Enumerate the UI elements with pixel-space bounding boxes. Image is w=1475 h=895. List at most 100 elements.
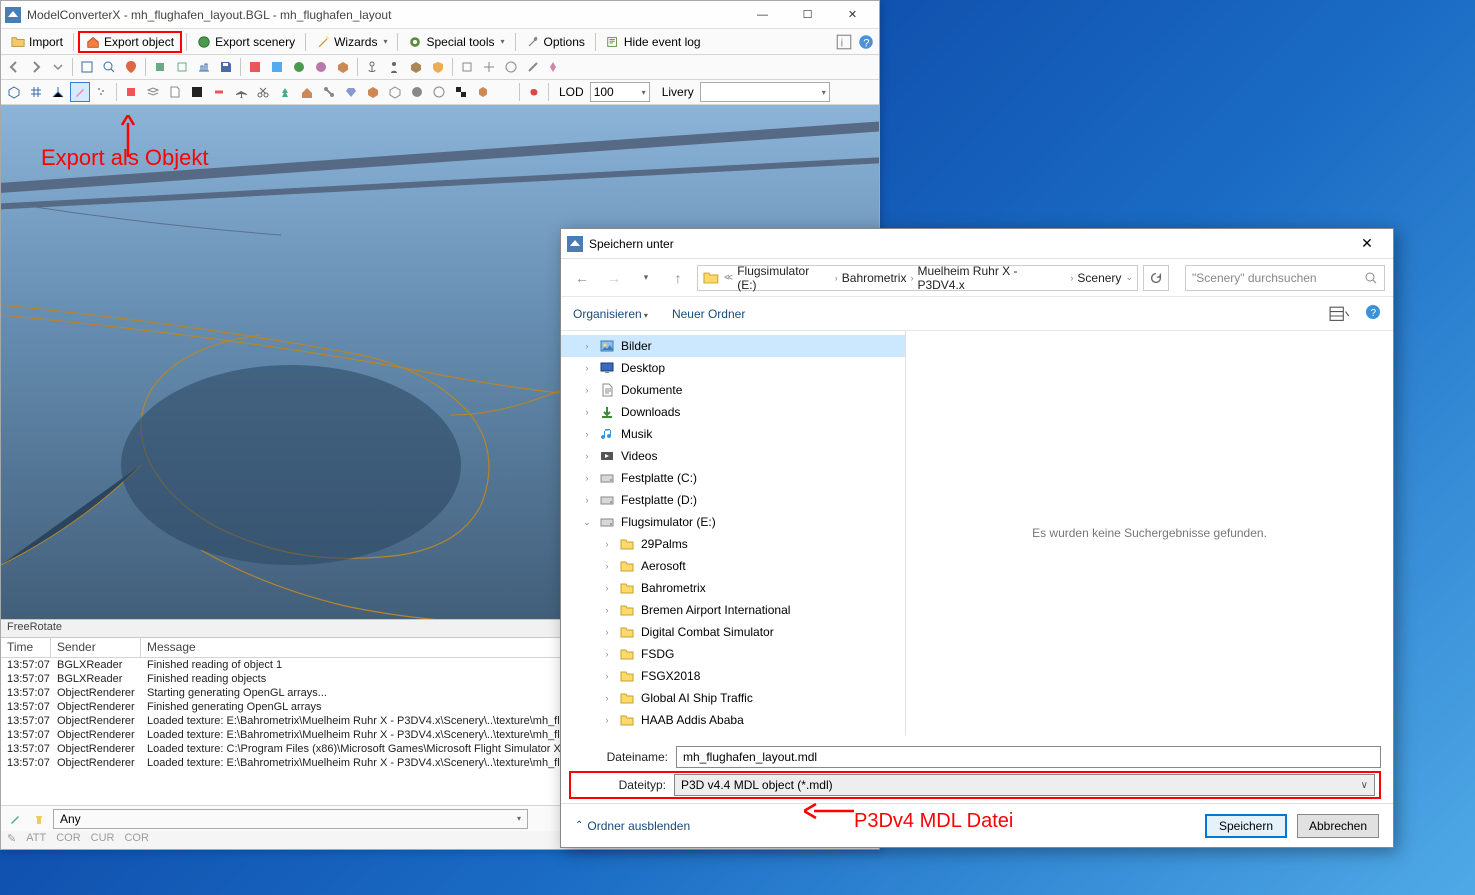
nav-history-button[interactable]: ▾ xyxy=(633,265,659,291)
save-icon[interactable] xyxy=(216,57,236,77)
nav-back-button[interactable]: ← xyxy=(569,265,595,291)
tree-node[interactable]: ›HAAB Addis Ababa xyxy=(561,709,905,731)
crumb-3[interactable]: Scenery xyxy=(1077,271,1121,285)
lod-dropdown[interactable]: 100 xyxy=(590,82,650,102)
chevron-icon[interactable]: › xyxy=(581,473,593,483)
export-scenery-button[interactable]: Export scenery xyxy=(191,31,301,53)
tree-node[interactable]: ›Digital Combat Simulator xyxy=(561,621,905,643)
minus-icon[interactable] xyxy=(209,82,229,102)
wizards-menu[interactable]: Wizards xyxy=(310,31,393,53)
log-header-sender[interactable]: Sender xyxy=(51,638,141,657)
chevron-icon[interactable]: › xyxy=(581,495,593,505)
chevron-icon[interactable]: › xyxy=(601,693,613,703)
tool-d-icon[interactable] xyxy=(523,57,543,77)
anchor-icon[interactable] xyxy=(362,57,382,77)
tree-node[interactable]: ›Bahrometrix xyxy=(561,577,905,599)
spray-icon[interactable] xyxy=(92,82,112,102)
axis-icon[interactable] xyxy=(48,82,68,102)
nav-forward-icon[interactable] xyxy=(26,57,46,77)
tree-node[interactable]: ›Festplatte (C:) xyxy=(561,467,905,489)
globe-icon[interactable] xyxy=(289,57,309,77)
cube-wire-icon[interactable] xyxy=(385,82,405,102)
tool-e-icon[interactable] xyxy=(545,57,565,77)
chevron-icon[interactable]: › xyxy=(601,539,613,549)
new-folder-button[interactable]: Neuer Ordner xyxy=(672,307,745,321)
filetype-dropdown[interactable]: P3D v4.4 MDL object (*.mdl) xyxy=(674,774,1375,796)
chevron-icon[interactable]: › xyxy=(581,451,593,461)
crumb-0[interactable]: Flugsimulator (E:) xyxy=(737,264,831,292)
tool-a-icon[interactable] xyxy=(457,57,477,77)
close-button[interactable]: ✕ xyxy=(830,1,875,29)
chevron-icon[interactable]: › xyxy=(601,605,613,615)
palette-icon[interactable] xyxy=(311,57,331,77)
tree-node[interactable]: ›29Palms xyxy=(561,533,905,555)
tree-node[interactable]: ›Musik xyxy=(561,423,905,445)
chevron-down-icon[interactable]: ⌄ xyxy=(1125,272,1133,283)
crumb-1[interactable]: Bahrometrix xyxy=(842,271,907,285)
tree-icon[interactable] xyxy=(275,82,295,102)
tree-node[interactable]: ›Aerosoft xyxy=(561,555,905,577)
gem-icon[interactable] xyxy=(341,82,361,102)
chevron-icon[interactable]: › xyxy=(601,671,613,681)
view-mode-1-icon[interactable] xyxy=(150,57,170,77)
nav-dropdown-icon[interactable] xyxy=(48,57,68,77)
tree-node[interactable]: ›Bilder xyxy=(561,335,905,357)
tree-node[interactable]: ›FSGX2018 xyxy=(561,665,905,687)
tree-node[interactable]: ›Bremen Airport International xyxy=(561,599,905,621)
cube3d-icon[interactable] xyxy=(363,82,383,102)
save-button[interactable]: Speichern xyxy=(1205,814,1287,838)
import-button[interactable]: Import xyxy=(5,31,69,53)
chevron-icon[interactable]: › xyxy=(581,341,593,351)
nav-up-button[interactable]: ↑ xyxy=(665,265,691,291)
dialog-close-button[interactable]: ✕ xyxy=(1347,231,1387,257)
refresh-button[interactable] xyxy=(1143,265,1169,291)
crumb-2[interactable]: Muelheim Ruhr X - P3DV4.x xyxy=(917,264,1066,292)
filename-input[interactable]: mh_flughafen_layout.mdl xyxy=(676,746,1381,768)
info-icon[interactable]: i xyxy=(835,33,853,51)
tree-node[interactable]: ›FSDG xyxy=(561,643,905,665)
chevron-icon[interactable]: › xyxy=(581,385,593,395)
person-icon[interactable] xyxy=(384,57,404,77)
help-button[interactable]: ? xyxy=(1365,304,1381,323)
layers-icon[interactable] xyxy=(143,82,163,102)
view-mode-3-icon[interactable] xyxy=(194,57,214,77)
tree-node[interactable]: ›Dokumente xyxy=(561,379,905,401)
bone-icon[interactable] xyxy=(319,82,339,102)
chevron-icon[interactable]: › xyxy=(581,407,593,417)
pencil-icon[interactable] xyxy=(70,82,90,102)
chevron-left-icon[interactable]: ≪ xyxy=(724,272,733,283)
livery-dropdown[interactable] xyxy=(700,82,830,102)
export-object-button[interactable]: Export object xyxy=(78,31,182,53)
texture-icon[interactable] xyxy=(245,57,265,77)
nav-back-icon[interactable] xyxy=(4,57,24,77)
sphere2-icon[interactable] xyxy=(429,82,449,102)
maximize-button[interactable]: ☐ xyxy=(785,1,830,29)
tool-b-icon[interactable] xyxy=(479,57,499,77)
chevron-icon[interactable]: ⌄ xyxy=(581,517,593,528)
search-input[interactable]: "Scenery" durchsuchen xyxy=(1185,265,1385,291)
minimize-button[interactable]: ― xyxy=(740,1,785,29)
color-wheel-icon[interactable] xyxy=(495,82,515,102)
airplane-icon[interactable] xyxy=(231,82,251,102)
chevron-icon[interactable]: › xyxy=(581,429,593,439)
organize-menu[interactable]: Organisieren xyxy=(573,307,648,321)
chevron-icon[interactable]: › xyxy=(581,363,593,373)
view-options-button[interactable] xyxy=(1329,305,1351,323)
chevron-icon[interactable]: › xyxy=(601,627,613,637)
hex-icon[interactable] xyxy=(473,82,493,102)
shield-icon[interactable] xyxy=(428,57,448,77)
hide-folders-link[interactable]: Ordner ausblenden xyxy=(575,819,690,833)
options-button[interactable]: Options xyxy=(520,31,591,53)
grid-icon[interactable] xyxy=(26,82,46,102)
square-tool-icon[interactable] xyxy=(121,82,141,102)
edit-icon[interactable] xyxy=(5,809,25,829)
tree-node[interactable]: ›Desktop xyxy=(561,357,905,379)
special-tools-menu[interactable]: Special tools xyxy=(402,31,510,53)
folder-tree[interactable]: ›Bilder›Desktop›Dokumente›Downloads›Musi… xyxy=(561,331,906,735)
chevron-icon[interactable]: › xyxy=(601,649,613,659)
chevron-icon[interactable]: › xyxy=(601,561,613,571)
locate-icon[interactable] xyxy=(121,57,141,77)
scissors-icon[interactable] xyxy=(253,82,273,102)
bg-icon[interactable] xyxy=(187,82,207,102)
page-icon[interactable] xyxy=(165,82,185,102)
